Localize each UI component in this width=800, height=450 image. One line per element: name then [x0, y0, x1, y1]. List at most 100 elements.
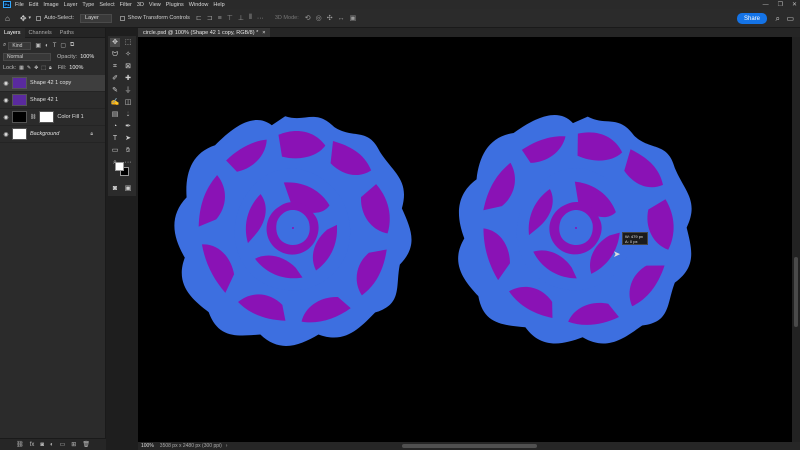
new-layer-icon[interactable]: ⊞ [71, 441, 76, 448]
menu-layer[interactable]: Layer [64, 2, 78, 8]
chevron-right-icon[interactable]: › [226, 443, 228, 449]
zoom-level[interactable]: 100% [141, 443, 154, 449]
align-left-icon[interactable]: ⊏ [196, 14, 202, 22]
align-middle-icon[interactable]: ⊥ [238, 14, 244, 22]
3d-pan-icon[interactable]: ✣ [327, 14, 333, 22]
type-tool-icon[interactable]: T [110, 134, 120, 143]
home-icon[interactable]: ⌂ [5, 14, 10, 23]
add-mask-icon[interactable]: ◙ [40, 442, 44, 448]
menu-3d[interactable]: 3D [137, 2, 144, 8]
distribute-icon[interactable]: ⫴ [249, 14, 252, 22]
layer-row[interactable]: ◉ ⛓ Color Fill 1 [0, 109, 105, 126]
smart-filter-icon[interactable]: ⧉ [70, 42, 74, 49]
lock-transparency-icon[interactable]: ▦ [19, 65, 24, 71]
crop-tool-icon[interactable]: ⌗ [110, 62, 120, 71]
visibility-eye-icon[interactable]: ◉ [0, 131, 12, 138]
workspace-icon[interactable]: ▭ [786, 13, 794, 24]
magic-wand-tool-icon[interactable]: ✧ [123, 50, 133, 59]
adjustment-filter-icon[interactable]: ◐ [45, 43, 49, 49]
layer-row[interactable]: ◉ Background 🔒︎ [0, 126, 105, 143]
menu-file[interactable]: File [15, 2, 24, 8]
visibility-eye-icon[interactable]: ◉ [0, 80, 12, 87]
blur-tool-icon[interactable]: 💧︎ [123, 110, 133, 119]
blend-mode-select[interactable]: Normal [3, 52, 51, 61]
3d-slide-icon[interactable]: ↔ [338, 15, 345, 22]
menu-image[interactable]: Image [43, 2, 58, 8]
artboard-tool-icon[interactable]: ⬚ [123, 38, 133, 47]
minimize-button[interactable]: — [763, 2, 769, 8]
gradient-tool-icon[interactable]: ▤ [110, 110, 120, 119]
more-options-icon[interactable]: ··· [257, 15, 264, 22]
menu-type[interactable]: Type [82, 2, 94, 8]
auto-select-option[interactable]: Auto-Select: [36, 15, 74, 21]
menu-help[interactable]: Help [213, 2, 224, 8]
dodge-tool-icon[interactable]: ◔ [110, 122, 120, 131]
lock-artboard-icon[interactable]: ⬚ [41, 65, 46, 71]
type-filter-icon[interactable]: T [53, 43, 57, 49]
auto-select-checkbox[interactable] [36, 15, 42, 21]
lock-all-icon[interactable]: 🔒︎ [49, 65, 52, 71]
history-brush-tool-icon[interactable]: ✍ [110, 98, 120, 107]
tab-layers[interactable]: Layers [0, 27, 25, 38]
shape-filter-icon[interactable]: ▢ [60, 42, 66, 49]
layer-row[interactable]: ◉ Shape 42 1 [0, 92, 105, 109]
menu-edit[interactable]: Edit [29, 2, 38, 8]
move-tool-icon[interactable]: ✥ [110, 38, 120, 47]
healing-brush-tool-icon[interactable]: ✚ [123, 74, 133, 83]
filter-kind-select[interactable]: Kind [8, 41, 32, 50]
new-group-icon[interactable]: ▭ [60, 441, 66, 448]
close-button[interactable]: ✕ [792, 1, 797, 8]
edit-toolbar-icon[interactable]: ··· [123, 158, 133, 167]
trash-icon[interactable]: 🗑︎ [82, 441, 90, 448]
quick-mask-icon[interactable]: ◙ [110, 184, 120, 193]
fx-icon[interactable]: fx [30, 442, 35, 448]
3d-scale-icon[interactable]: ▣ [350, 14, 357, 22]
align-right-icon[interactable]: ≡ [218, 15, 222, 22]
pen-tool-icon[interactable]: ✒ [123, 122, 133, 131]
screen-mode-icon[interactable]: ▣ [123, 184, 133, 193]
lasso-tool-icon[interactable]: ᗢ [110, 50, 120, 59]
frame-tool-icon[interactable]: ⊠ [123, 62, 133, 71]
adjustment-layer-icon[interactable]: ◐ [50, 442, 54, 448]
link-layers-icon[interactable]: ⛓ [16, 441, 24, 448]
tab-channels[interactable]: Channels [25, 28, 56, 38]
share-button[interactable]: Share [736, 13, 767, 24]
restore-button[interactable]: ❐ [778, 1, 783, 8]
path-selection-tool-icon[interactable]: ➤ [123, 134, 133, 143]
tab-paths[interactable]: Paths [56, 28, 78, 38]
vertical-scrollbar[interactable] [792, 37, 800, 442]
move-tool-icon[interactable]: ✥ [20, 14, 27, 23]
3d-roll-icon[interactable]: ◎ [316, 14, 322, 22]
align-top-icon[interactable]: ⊤ [227, 14, 233, 22]
layer-row[interactable]: ◉ Shape 42 1 copy [0, 75, 105, 92]
visibility-eye-icon[interactable]: ◉ [0, 114, 12, 121]
hand-tool-icon[interactable]: ✋︎ [123, 146, 133, 155]
show-transform-option[interactable]: Show Transform Controls [119, 15, 190, 21]
eraser-tool-icon[interactable]: ◫ [123, 98, 133, 107]
show-transform-checkbox[interactable] [119, 15, 125, 21]
stamp-tool-icon[interactable]: ⏚ [123, 86, 133, 95]
menu-select[interactable]: Select [99, 2, 114, 8]
document-info[interactable]: 3508 px x 2480 px (300 ppi) [160, 443, 222, 449]
lock-pixels-icon[interactable]: ✎ [27, 65, 31, 71]
vertical-scroll-thumb[interactable] [794, 257, 798, 327]
3d-orbit-icon[interactable]: ⟲ [305, 14, 311, 22]
menu-view[interactable]: View [149, 2, 161, 8]
document-canvas[interactable] [138, 37, 792, 442]
eyedropper-tool-icon[interactable]: ✐ [110, 74, 120, 83]
horizontal-scroll-thumb[interactable] [402, 444, 537, 448]
auto-select-dropdown[interactable]: Layer [80, 13, 112, 23]
brush-tool-icon[interactable]: ✎ [110, 86, 120, 95]
lock-position-icon[interactable]: ✥ [34, 65, 38, 71]
chevron-down-icon[interactable]: ▾ [29, 15, 32, 21]
menu-window[interactable]: Window [189, 2, 209, 8]
visibility-eye-icon[interactable]: ◉ [0, 97, 12, 104]
opacity-value[interactable]: 100% [80, 54, 94, 60]
foreground-color-swatch[interactable] [115, 162, 124, 171]
menu-filter[interactable]: Filter [120, 2, 132, 8]
pixel-filter-icon[interactable]: ▣ [35, 42, 41, 49]
close-tab-icon[interactable]: × [262, 30, 265, 36]
search-icon[interactable]: ⌕ [776, 13, 780, 24]
shape-tool-icon[interactable]: ▭ [110, 146, 120, 155]
align-center-icon[interactable]: ⊐ [207, 14, 213, 22]
